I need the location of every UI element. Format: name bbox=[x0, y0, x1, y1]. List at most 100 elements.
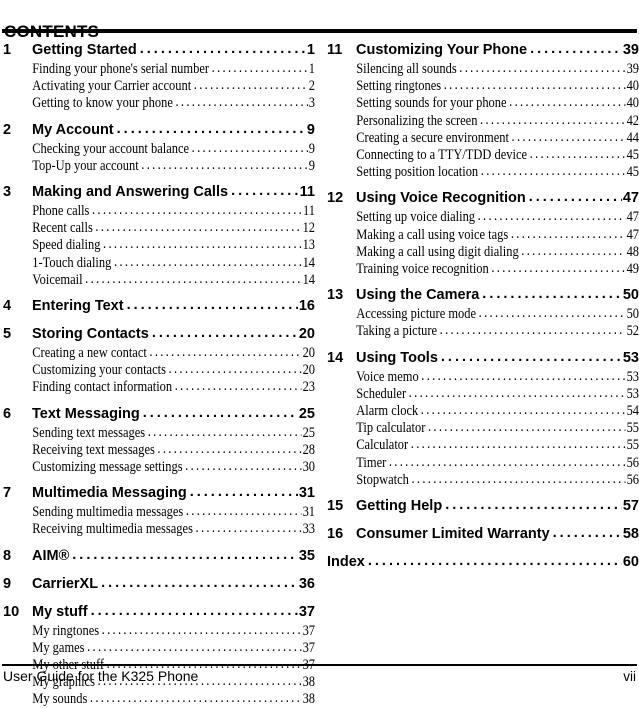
toc-chapter-row[interactable]: 5 Storing Contacts.......................… bbox=[3, 324, 315, 345]
toc-entry-page-number: 50 bbox=[626, 306, 639, 323]
toc-entry-row[interactable]: Personalizing the screen................… bbox=[327, 112, 639, 130]
toc-entry-row[interactable]: Checking your account balance...........… bbox=[3, 139, 315, 158]
toc-chapter-title: Using Tools bbox=[356, 349, 438, 366]
toc-entry-row[interactable]: Receiving multimedia messages...........… bbox=[3, 520, 315, 538]
dot-leader: ........................................… bbox=[491, 260, 626, 277]
toc-chapter-row[interactable]: 7 Multimedia Messaging...................… bbox=[3, 483, 315, 504]
toc-chapter-row[interactable]: 13 Using the Camera......................… bbox=[327, 285, 639, 306]
toc-entry-row[interactable]: Creating a new contact..................… bbox=[3, 344, 315, 362]
toc-chapter-number: 1 bbox=[3, 42, 12, 58]
dot-leader: ........................................… bbox=[191, 139, 308, 156]
toc-entry-row[interactable]: Customizing your contacts...............… bbox=[3, 361, 316, 379]
toc-entry-row[interactable]: Speed dialing...........................… bbox=[3, 236, 315, 254]
dot-leader: ........................................… bbox=[72, 546, 298, 563]
toc-entry-row[interactable]: Sending text messages...................… bbox=[3, 424, 315, 442]
toc-entry-row[interactable]: My ringtones............................… bbox=[3, 622, 315, 640]
toc-entry-row[interactable]: Making a call using digit dialing.......… bbox=[327, 243, 639, 261]
toc-entry-row[interactable]: Calculator..............................… bbox=[327, 436, 639, 454]
toc-entry-page-number: 23 bbox=[302, 379, 316, 396]
toc-chapter-row[interactable]: 11 Customizing Your Phone................… bbox=[327, 40, 639, 61]
toc-entry-page-number: 20 bbox=[302, 362, 316, 379]
dot-leader: ........................................… bbox=[552, 525, 622, 542]
toc-chapter-row[interactable]: Index...................................… bbox=[327, 552, 639, 573]
toc-chapter-row[interactable]: 3 Making and Answering Calls.............… bbox=[3, 182, 315, 203]
toc-entry-row[interactable]: Finding contact information.............… bbox=[3, 378, 316, 396]
toc-chapter-row[interactable]: 2 My Account.............................… bbox=[3, 120, 315, 141]
dot-leader: ........................................… bbox=[174, 378, 302, 395]
toc-chapter-row[interactable]: 8 AIM®...................................… bbox=[3, 546, 315, 567]
toc-entry-title: Sending text messages bbox=[32, 424, 146, 441]
toc-entry-row[interactable]: My games................................… bbox=[3, 639, 315, 657]
toc-chapter-row[interactable]: 1 Getting Started........................… bbox=[3, 40, 315, 61]
toc-chapter-number: 8 bbox=[3, 547, 12, 564]
toc-entry-row[interactable]: Creating a secure environment...........… bbox=[327, 129, 639, 147]
toc-entry-row[interactable]: Phone calls.............................… bbox=[3, 202, 315, 220]
toc-entry-row[interactable]: Customizing message settings............… bbox=[3, 458, 315, 476]
toc-chapter-page-number: 57 bbox=[622, 498, 639, 515]
toc-entry-row[interactable]: Voice memo..............................… bbox=[327, 368, 639, 386]
toc-entry-row[interactable]: Activating your Carrier account.........… bbox=[3, 77, 315, 95]
toc-chapter-row[interactable]: 14 Using Tools...........................… bbox=[327, 348, 639, 369]
toc-entry-row[interactable]: Scheduler...............................… bbox=[327, 385, 639, 403]
toc-entry-row[interactable]: 1-Touch dialing.........................… bbox=[3, 254, 315, 272]
toc-entry-page-number: 48 bbox=[626, 243, 639, 260]
toc-entry-title: Connecting to a TTY/TDD device bbox=[356, 147, 528, 164]
toc-entry-title: Accessing picture mode bbox=[356, 306, 477, 323]
toc-entry-row[interactable]: Setting ringtones.......................… bbox=[327, 77, 639, 95]
dot-leader: ........................................… bbox=[231, 183, 299, 200]
toc-chapter-page-number: 37 bbox=[298, 603, 315, 620]
toc-chapter-number: 15 bbox=[327, 498, 344, 515]
toc-entry-row[interactable]: Voicemail...............................… bbox=[3, 271, 315, 289]
toc-entry-row[interactable]: Training voice recognition..............… bbox=[327, 260, 639, 278]
toc-entry-row[interactable]: Tip calculator..........................… bbox=[327, 419, 639, 437]
toc-entry-page-number: 40 bbox=[626, 78, 639, 95]
toc-chapter-number: 12 bbox=[327, 190, 344, 207]
toc-entry-row[interactable]: Sending multimedia messages.............… bbox=[3, 503, 315, 521]
toc-entry-row[interactable]: Setting up voice dialing................… bbox=[327, 208, 639, 226]
toc-entry-row[interactable]: Alarm clock.............................… bbox=[327, 402, 639, 420]
toc-chapter-number: 11 bbox=[327, 42, 343, 58]
toc-chapter-row[interactable]: 15 Getting Help..........................… bbox=[327, 496, 639, 517]
toc-entry-title: Speed dialing bbox=[32, 237, 101, 254]
toc-entry-row[interactable]: Getting to know your phone..............… bbox=[3, 94, 315, 112]
toc-entry-row[interactable]: Finding your phone's serial number......… bbox=[3, 60, 316, 78]
toc-entry-row[interactable]: Accessing picture mode..................… bbox=[327, 305, 639, 323]
toc-chapter-row[interactable]: 10 My stuff..............................… bbox=[3, 602, 315, 623]
dot-leader: ........................................… bbox=[141, 156, 308, 173]
toc-entry-title: Voicemail bbox=[32, 271, 83, 288]
toc-entry-title: Alarm clock bbox=[356, 403, 419, 420]
toc-entry-row[interactable]: Making a call using voice tags..........… bbox=[327, 226, 639, 244]
toc-entry-row[interactable]: Silencing all sounds....................… bbox=[327, 60, 639, 78]
toc-chapter-row[interactable]: 4 Entering Text..........................… bbox=[3, 296, 315, 317]
toc-entry-page-number: 12 bbox=[302, 220, 316, 237]
toc-chapter-number: 10 bbox=[3, 603, 20, 620]
toc-entry-page-number: 1 bbox=[308, 61, 316, 77]
toc-entry-row[interactable]: Setting sounds for your phone...........… bbox=[327, 94, 639, 112]
toc-chapter-row[interactable]: 6 Text Messaging.........................… bbox=[3, 404, 315, 425]
toc-entry-title: Taking a picture bbox=[356, 323, 438, 340]
toc-entry-row[interactable]: Connecting to a TTY/TDD device..........… bbox=[327, 146, 639, 164]
toc-chapter-number: 13 bbox=[327, 287, 344, 304]
toc-entry-title: My sounds bbox=[32, 691, 88, 708]
dot-leader: ........................................… bbox=[151, 325, 298, 342]
toc-entry-row[interactable]: Recent calls............................… bbox=[3, 219, 316, 237]
toc-entry-row[interactable]: Timer...................................… bbox=[327, 454, 639, 472]
toc-chapter-row[interactable]: 9 CarrierXL..............................… bbox=[3, 574, 315, 595]
toc-chapter-row[interactable]: 16 Consumer Limited Warranty.............… bbox=[327, 524, 639, 545]
toc-chapter-title: My Account bbox=[32, 121, 114, 138]
toc-chapter-row[interactable]: 12 Using Voice Recognition...............… bbox=[327, 188, 639, 209]
toc-entry-row[interactable]: Top-Up your account.....................… bbox=[3, 156, 315, 175]
toc-entry-row[interactable]: Setting position location...............… bbox=[327, 163, 639, 181]
toc-entry-title: 1-Touch dialing bbox=[32, 254, 112, 271]
toc-entry-row[interactable]: Receiving text messages.................… bbox=[3, 441, 315, 459]
dot-leader: ........................................… bbox=[91, 202, 303, 219]
toc-entry-page-number: 42 bbox=[626, 112, 639, 129]
toc-entry-row[interactable]: Stopwatch...............................… bbox=[327, 471, 639, 489]
toc-chapter-page-number: 50 bbox=[622, 287, 639, 304]
toc-entry-row[interactable]: My sounds...............................… bbox=[3, 690, 315, 708]
toc-entry-title: Checking your account balance bbox=[32, 140, 190, 157]
dot-leader: ........................................… bbox=[90, 602, 298, 619]
toc-entry-page-number: 45 bbox=[626, 147, 639, 164]
toc-entry-row[interactable]: Taking a picture........................… bbox=[327, 322, 639, 340]
toc-entry-page-number: 47 bbox=[626, 226, 639, 243]
